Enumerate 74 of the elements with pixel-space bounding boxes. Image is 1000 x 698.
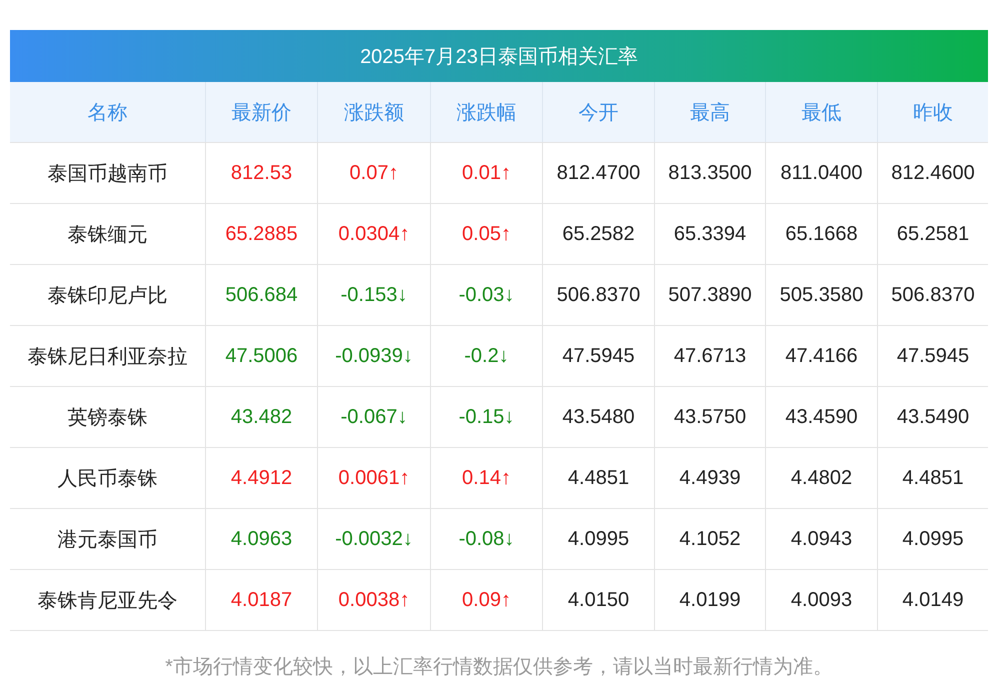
- column-header: 最新价: [205, 82, 317, 142]
- table-cell: 65.1668: [765, 203, 877, 264]
- column-header: 最低: [765, 82, 877, 142]
- table-cell: 4.0995: [542, 508, 654, 569]
- table-cell: 43.5490: [877, 386, 988, 447]
- table-cell: 4.0995: [877, 508, 988, 569]
- table-cell: 43.482: [205, 386, 317, 447]
- table-cell: 0.09↑: [430, 569, 542, 630]
- table-cell: 0.14↑: [430, 447, 542, 508]
- table-cell: 4.0199: [654, 569, 765, 630]
- table-cell: 813.3500: [654, 142, 765, 203]
- table-title: 2025年7月23日泰国币相关汇率: [10, 30, 988, 82]
- table-cell: 4.4851: [877, 447, 988, 508]
- table-cell: 812.4700: [542, 142, 654, 203]
- table-cell: 65.2581: [877, 203, 988, 264]
- table-cell: 4.0187: [205, 569, 317, 630]
- table-cell: 4.1052: [654, 508, 765, 569]
- table-cell: 0.0061↑: [317, 447, 430, 508]
- table-cell: 47.5006: [205, 325, 317, 386]
- table-cell: 4.0963: [205, 508, 317, 569]
- table-cell: -0.15↓: [430, 386, 542, 447]
- table-cell: 47.5945: [877, 325, 988, 386]
- table-cell: 0.01↑: [430, 142, 542, 203]
- table-cell: 505.3580: [765, 264, 877, 325]
- table-cell: 4.0150: [542, 569, 654, 630]
- table-cell: 47.4166: [765, 325, 877, 386]
- table-cell: 4.4939: [654, 447, 765, 508]
- table-cell: 港元泰国币: [10, 508, 205, 569]
- table-cell: 4.0093: [765, 569, 877, 630]
- table-cell: 4.0149: [877, 569, 988, 630]
- table-cell: 43.5480: [542, 386, 654, 447]
- table-cell: 47.6713: [654, 325, 765, 386]
- table-cell: 47.5945: [542, 325, 654, 386]
- table-cell: 英镑泰铢: [10, 386, 205, 447]
- table-cell: 812.4600: [877, 142, 988, 203]
- column-header: 今开: [542, 82, 654, 142]
- table-cell: 43.5750: [654, 386, 765, 447]
- table-cell: 泰铢肯尼亚先令: [10, 569, 205, 630]
- table-cell: 0.07↑: [317, 142, 430, 203]
- table-cell: 4.4851: [542, 447, 654, 508]
- table-cell: 811.0400: [765, 142, 877, 203]
- table-cell: 65.3394: [654, 203, 765, 264]
- table-cell: 泰铢尼日利亚奈拉: [10, 325, 205, 386]
- table-cell: -0.03↓: [430, 264, 542, 325]
- table-cell: 0.0304↑: [317, 203, 430, 264]
- table-cell: 65.2582: [542, 203, 654, 264]
- table-cell: 507.3890: [654, 264, 765, 325]
- table-cell: 人民币泰铢: [10, 447, 205, 508]
- table-cell: 506.684: [205, 264, 317, 325]
- column-header: 涨跌额: [317, 82, 430, 142]
- column-header: 昨收: [877, 82, 988, 142]
- table-cell: 泰国币越南币: [10, 142, 205, 203]
- table-cell: 泰铢印尼卢比: [10, 264, 205, 325]
- table-cell: 506.8370: [542, 264, 654, 325]
- table-cell: -0.08↓: [430, 508, 542, 569]
- table-cell: 4.4802: [765, 447, 877, 508]
- table-cell: -0.0939↓: [317, 325, 430, 386]
- footnote: *市场行情变化较快，以上汇率行情数据仅供参考，请以当时最新行情为准。: [164, 655, 834, 680]
- table-cell: -0.0032↓: [317, 508, 430, 569]
- table-cell: 812.53: [205, 142, 317, 203]
- table-cell: -0.067↓: [317, 386, 430, 447]
- table-cell: 0.05↑: [430, 203, 542, 264]
- table-cell: 65.2885: [205, 203, 317, 264]
- column-header: 名称: [10, 82, 205, 142]
- table-cell: 泰铢缅元: [10, 203, 205, 264]
- table-cell: 43.4590: [765, 386, 877, 447]
- table-cell: -0.2↓: [430, 325, 542, 386]
- table-cell: -0.153↓: [317, 264, 430, 325]
- table-cell: 4.4912: [205, 447, 317, 508]
- table-cell: 506.8370: [877, 264, 988, 325]
- table-cell: 4.0943: [765, 508, 877, 569]
- table-cell: 0.0038↑: [317, 569, 430, 630]
- column-header: 涨跌幅: [430, 82, 542, 142]
- column-header: 最高: [654, 82, 765, 142]
